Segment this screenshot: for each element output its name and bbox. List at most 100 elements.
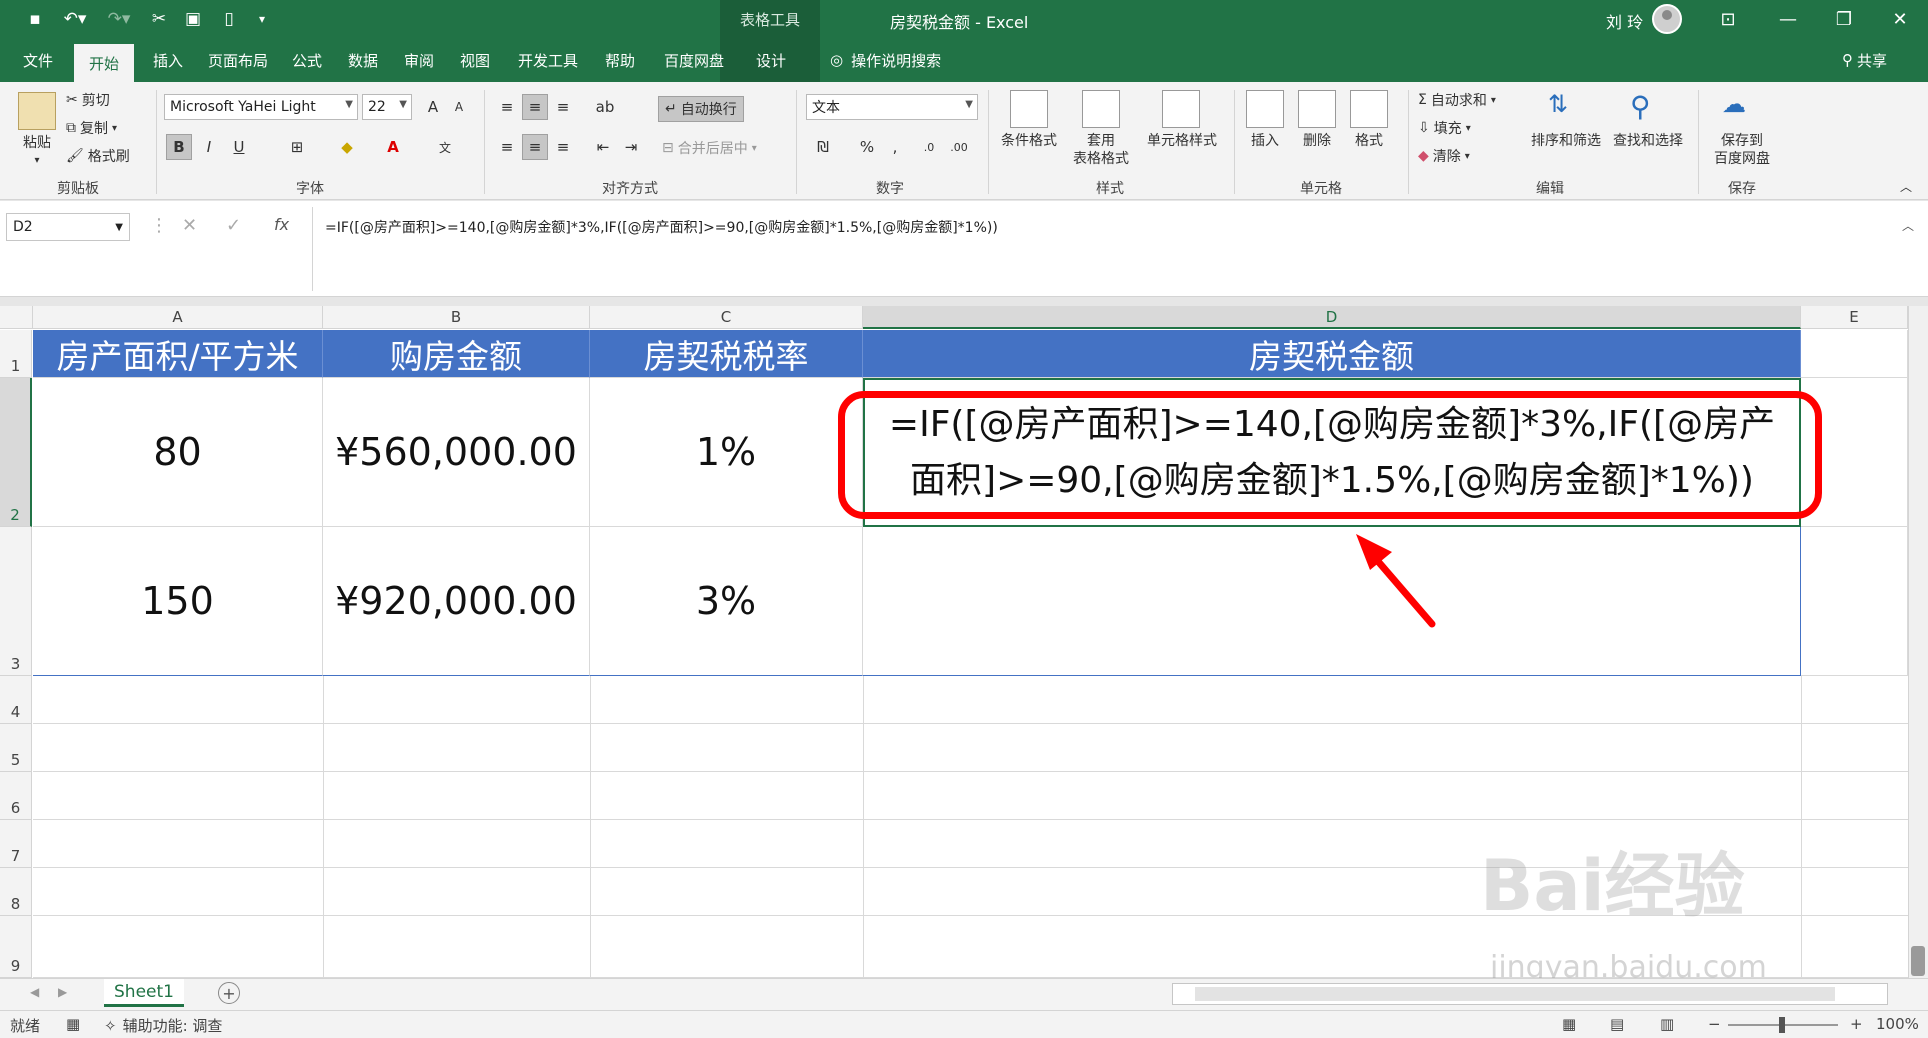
avatar[interactable]	[1652, 4, 1682, 34]
tab-data[interactable]: 数据	[338, 38, 388, 82]
align-center-icon[interactable]: ≡	[522, 134, 548, 160]
bold-button[interactable]: B	[166, 134, 192, 160]
collapse-ribbon-icon[interactable]: ︿	[1900, 178, 1912, 195]
tab-review[interactable]: 审阅	[394, 38, 444, 82]
number-format-select[interactable]: 文本 ▼	[806, 94, 978, 120]
page-layout-view-icon[interactable]: ▤	[1610, 1015, 1624, 1033]
cell-styles-button[interactable]: 单元格样式	[1140, 132, 1224, 150]
decrease-font-size-button[interactable]: A	[446, 94, 472, 120]
scroll-left-icon[interactable]: ◀	[30, 985, 39, 999]
tab-file[interactable]: 文件	[8, 38, 68, 82]
format-as-table-icon[interactable]	[1082, 90, 1120, 128]
format-as-table-button-line2[interactable]: 表格格式	[1066, 150, 1136, 168]
tab-home[interactable]: 开始	[74, 44, 134, 82]
column-header-b[interactable]: B	[323, 306, 590, 329]
align-top-icon[interactable]: ≡	[494, 94, 520, 120]
name-box[interactable]: D2 ▼	[6, 213, 130, 241]
table-cell-b2[interactable]: ¥560,000.00	[323, 378, 590, 527]
row-header-8[interactable]: 8	[0, 868, 32, 916]
minimize-icon[interactable]: —	[1760, 0, 1816, 38]
collapse-formula-bar-icon[interactable]: ︿	[1902, 217, 1914, 234]
empty-row-9[interactable]	[33, 916, 1908, 978]
close-icon[interactable]: ✕	[1872, 0, 1928, 38]
paste-button[interactable]: 粘贴	[18, 134, 56, 152]
merge-center-button[interactable]: ⊟ 合并后居中 ▾	[662, 138, 757, 158]
empty-row-8[interactable]	[33, 868, 1908, 916]
decrease-indent-icon[interactable]: ⇤	[590, 134, 616, 160]
zoom-slider-handle[interactable]	[1779, 1017, 1785, 1033]
copy-button[interactable]: ⧉ 复制 ▾	[66, 118, 117, 138]
customize-icon[interactable]: ▾	[254, 7, 270, 31]
font-color-icon[interactable]: A	[380, 134, 406, 160]
font-size-select[interactable]: 22 ▼	[362, 94, 412, 120]
sheet-tab-sheet1[interactable]: Sheet1	[104, 979, 184, 1007]
row-header-2[interactable]: 2	[0, 378, 32, 527]
enter-icon[interactable]: ✓	[226, 215, 241, 236]
underline-button[interactable]: U	[226, 134, 252, 160]
column-header-d[interactable]: D	[863, 306, 1801, 329]
insert-function-button[interactable]: fx	[274, 215, 289, 234]
delete-cells-icon[interactable]	[1298, 90, 1336, 128]
row-header-7[interactable]: 7	[0, 820, 32, 868]
table-cell-c2[interactable]: 1%	[590, 378, 863, 527]
table-cell-d3[interactable]	[863, 527, 1801, 676]
cell-styles-icon[interactable]	[1162, 90, 1200, 128]
autosum-button[interactable]: Σ 自动求和 ▾	[1418, 90, 1496, 110]
table-cell-a2[interactable]: 80	[33, 378, 323, 527]
user-name[interactable]: 刘 玲	[1606, 9, 1643, 33]
insert-cells-icon[interactable]	[1246, 90, 1284, 128]
comma-style-button[interactable]: ,	[882, 134, 908, 160]
cut-icon[interactable]: ✂	[148, 7, 170, 31]
phonetic-icon[interactable]: 文	[432, 134, 458, 160]
table-header-area[interactable]: 房产面积/平方米	[33, 330, 323, 378]
table-cell-a3[interactable]: 150	[33, 527, 323, 676]
tab-design[interactable]: 设计	[736, 38, 806, 82]
table-header-tax[interactable]: 房契税金额	[863, 330, 1801, 378]
align-middle-icon[interactable]: ≡	[522, 94, 548, 120]
row-header-6[interactable]: 6	[0, 772, 32, 820]
font-name-select[interactable]: Microsoft YaHei Light ▼	[164, 94, 358, 120]
empty-row-6[interactable]	[33, 772, 1908, 820]
tab-formulas[interactable]: 公式	[282, 38, 332, 82]
sort-filter-button[interactable]: 排序和筛选	[1524, 132, 1608, 150]
tab-insert[interactable]: 插入	[140, 38, 196, 82]
cell-e1[interactable]	[1801, 330, 1908, 378]
tab-baidu-netdisk[interactable]: 百度网盘	[654, 38, 734, 82]
paste-icon[interactable]	[18, 92, 56, 130]
delete-cells-button[interactable]: 删除	[1288, 132, 1346, 150]
tab-help[interactable]: 帮助	[592, 38, 648, 82]
macro-record-icon[interactable]: ▦	[66, 1015, 80, 1033]
increase-decimal-icon[interactable]: .0	[916, 134, 942, 160]
tell-me-search[interactable]: ◎ 操作说明搜索	[830, 38, 941, 82]
conditional-format-button[interactable]: 条件格式	[996, 132, 1062, 150]
select-all-corner[interactable]	[0, 306, 33, 329]
fill-button[interactable]: ⇩ 填充 ▾	[1418, 118, 1471, 138]
conditional-format-icon[interactable]	[1010, 90, 1048, 128]
increase-indent-icon[interactable]: ⇥	[618, 134, 644, 160]
fill-color-icon[interactable]: ◆	[334, 134, 360, 160]
align-right-icon[interactable]: ≡	[550, 134, 576, 160]
accounting-format-icon[interactable]: ₪	[810, 134, 836, 160]
format-cells-button[interactable]: 格式	[1340, 132, 1398, 150]
ribbon-display-icon[interactable]: ⊡	[1700, 0, 1756, 38]
cell-e3[interactable]	[1801, 527, 1908, 676]
save-icon[interactable]: ▪	[24, 7, 46, 31]
scrollbar-thumb[interactable]	[1195, 987, 1835, 1001]
empty-row-5[interactable]	[33, 724, 1908, 772]
tab-developer[interactable]: 开发工具	[508, 38, 588, 82]
vertical-scrollbar[interactable]	[1908, 306, 1928, 978]
format-painter-button[interactable]: 🖌 格式刷	[66, 146, 130, 166]
empty-row-4[interactable]	[33, 676, 1908, 724]
align-left-icon[interactable]: ≡	[494, 134, 520, 160]
row-header-3[interactable]: 3	[0, 527, 32, 676]
baidu-cloud-icon[interactable]: ☁	[1722, 90, 1760, 128]
accessibility-status[interactable]: ✧ 辅助功能: 调查	[104, 1015, 222, 1036]
percent-style-button[interactable]: %	[854, 134, 880, 160]
redo-icon[interactable]: ↷▾	[104, 7, 134, 31]
table-header-rate[interactable]: 房契税税率	[590, 330, 863, 378]
increase-font-size-button[interactable]: A	[420, 94, 446, 120]
cell-e2[interactable]	[1801, 378, 1908, 527]
column-header-a[interactable]: A	[33, 306, 323, 329]
restore-icon[interactable]: ❐	[1816, 0, 1872, 38]
tab-page-layout[interactable]: 页面布局	[198, 38, 278, 82]
